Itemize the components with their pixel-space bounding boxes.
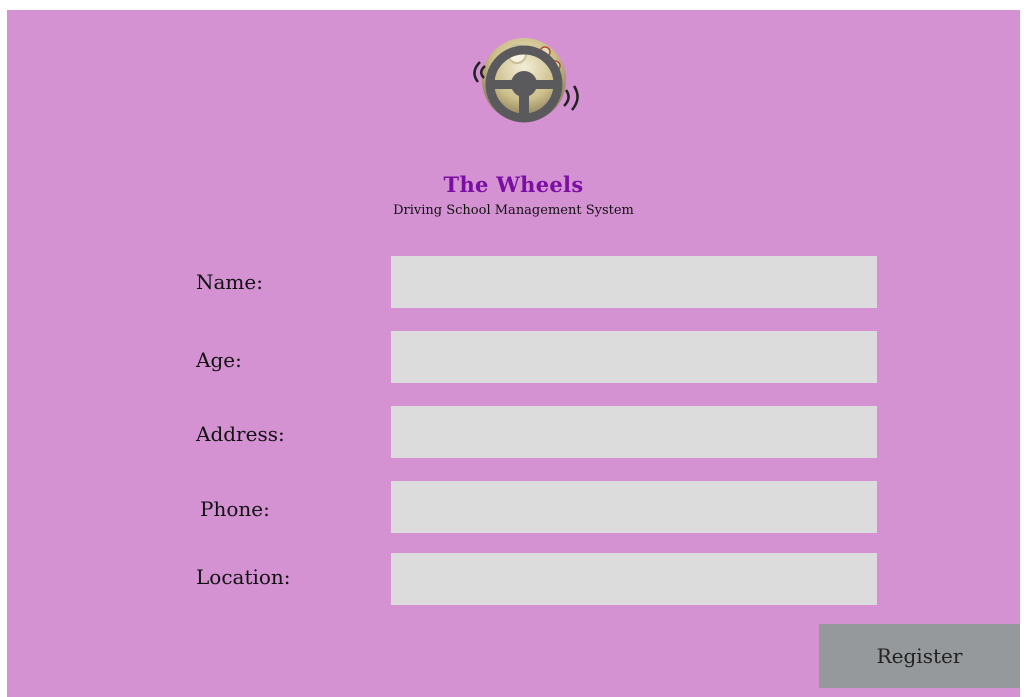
location-input[interactable]	[391, 553, 877, 605]
address-input[interactable]	[391, 406, 877, 458]
address-label: Address:	[196, 422, 285, 446]
register-button[interactable]: Register	[819, 624, 1020, 688]
app-subtitle: Driving School Management System	[393, 203, 634, 218]
age-label: Age:	[196, 348, 242, 372]
phone-input[interactable]	[391, 481, 877, 533]
name-input[interactable]	[391, 256, 877, 308]
steering-wheel-icon	[473, 38, 579, 123]
registration-panel: The Wheels Driving School Management Sys…	[7, 10, 1020, 697]
app-title: The Wheels	[443, 172, 584, 197]
age-input[interactable]	[391, 331, 877, 383]
name-label: Name:	[196, 270, 263, 294]
location-label: Location:	[196, 565, 291, 589]
phone-label: Phone:	[200, 497, 270, 521]
